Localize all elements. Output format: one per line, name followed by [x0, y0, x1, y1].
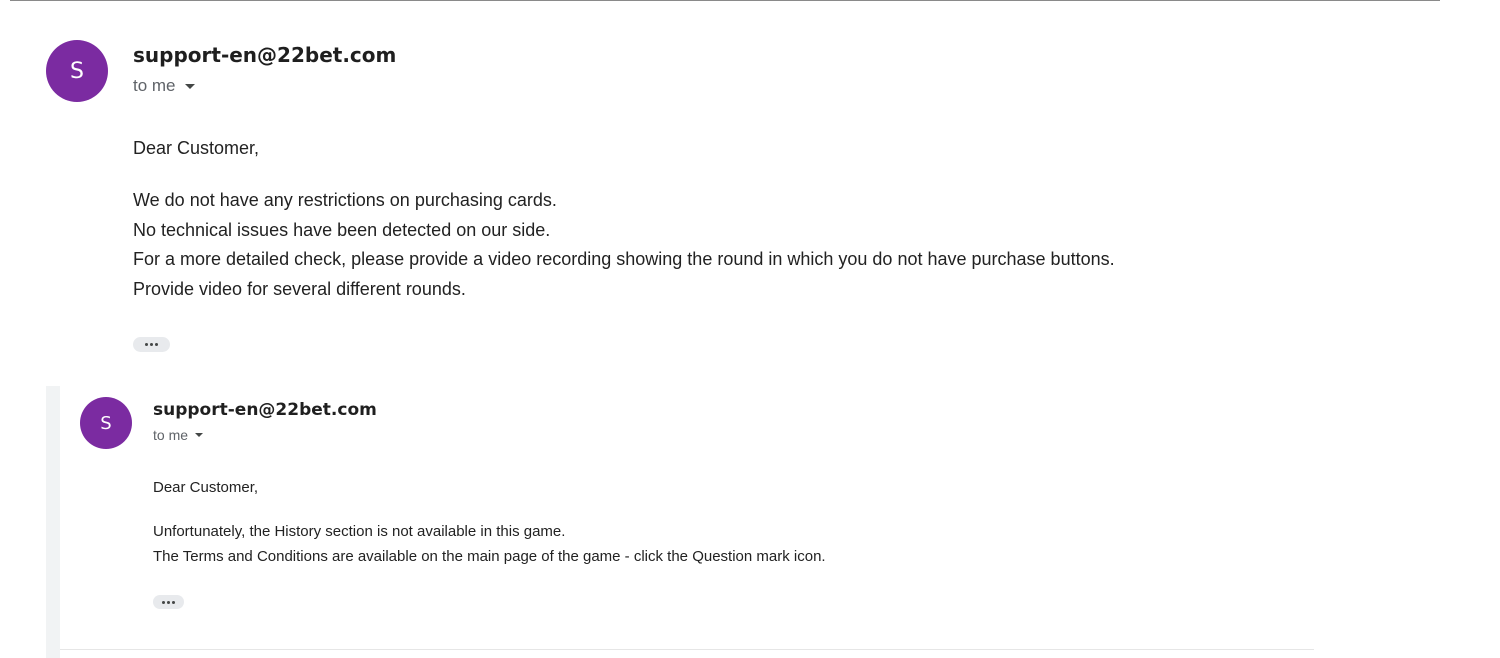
email-greeting: Dear Customer,: [133, 138, 260, 158]
chevron-down-icon[interactable]: [195, 433, 204, 437]
more-dots-icon: [155, 343, 158, 346]
sender-address[interactable]: support-en@22bet.com: [133, 43, 396, 67]
email-greeting: Dear Customer,: [153, 479, 259, 496]
more-dots-icon: [145, 343, 148, 346]
body-line: Provide video for several different roun…: [133, 278, 466, 299]
message-divider: [60, 649, 1314, 650]
body-line: We do not have any restrictions on purch…: [133, 190, 557, 210]
more-dots-icon: [172, 600, 175, 604]
top-divider: [10, 0, 1440, 1]
more-dots-icon: [150, 343, 153, 346]
avatar[interactable]: S: [46, 40, 108, 102]
recipient-details-toggle[interactable]: to me: [153, 427, 204, 443]
email-body: Unfortunately, the History section is no…: [153, 519, 826, 569]
sender-address[interactable]: support-en@22bet.com: [153, 400, 377, 420]
body-line: The Terms and Conditions are available o…: [153, 548, 826, 565]
quoted-message-indent: [46, 386, 60, 658]
show-trimmed-content-button[interactable]: [133, 337, 170, 352]
more-dots-icon: [162, 600, 165, 604]
recipient-details-toggle[interactable]: to me: [133, 76, 195, 96]
avatar[interactable]: S: [80, 397, 132, 449]
email-body: We do not have any restrictions on purch…: [133, 186, 1115, 304]
recipient-label: to me: [133, 76, 176, 95]
more-dots-icon: [167, 600, 170, 604]
recipient-label: to me: [153, 427, 189, 443]
body-line: For a more detailed check, please provid…: [133, 249, 1115, 269]
body-line: Unfortunately, the History section is no…: [153, 523, 566, 540]
chevron-down-icon[interactable]: [184, 83, 195, 89]
show-trimmed-content-button[interactable]: [153, 595, 184, 609]
body-line: No technical issues have been detected o…: [133, 219, 551, 240]
